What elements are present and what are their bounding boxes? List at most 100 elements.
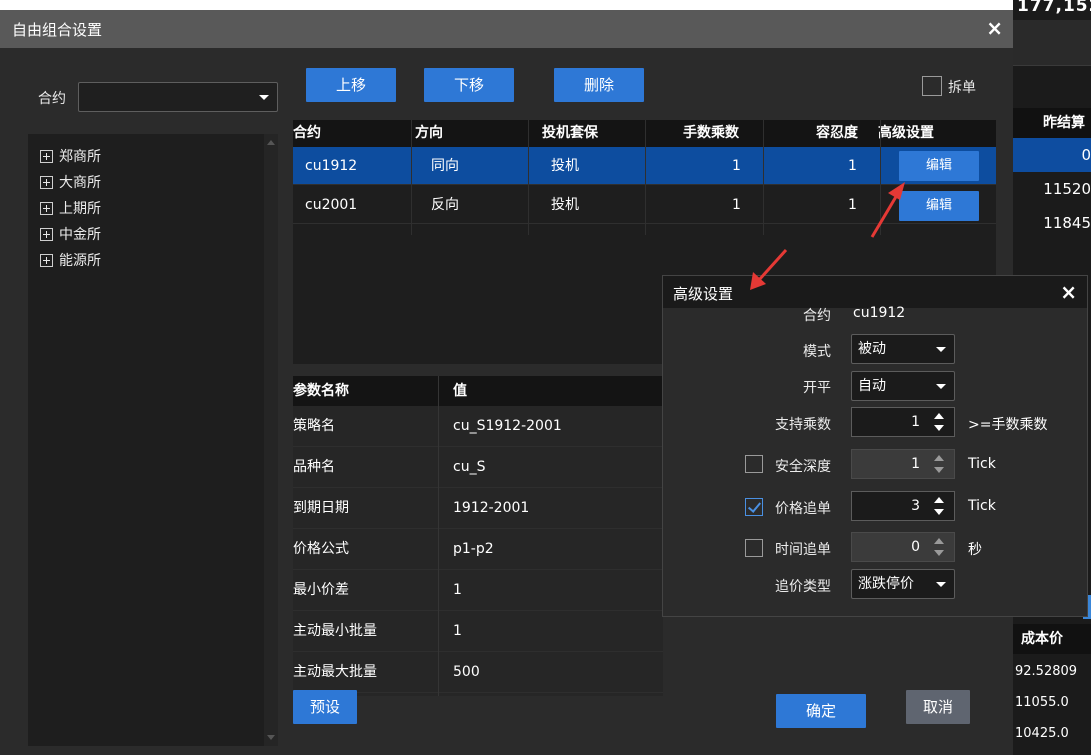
time-chase-checkbox[interactable] [745,539,763,557]
move-down-button[interactable]: 下移 [424,68,514,102]
scroll-up-icon[interactable] [267,140,275,145]
param-value: 1912-2001 [453,500,530,516]
cell-multiplier: 1 [732,197,741,213]
confirm-button[interactable]: 确定 [776,694,866,728]
split-order-checkbox[interactable] [922,76,942,96]
column-header-contract[interactable]: 合约 [293,120,321,147]
spin-up-icon[interactable] [934,497,944,503]
spin-down-icon[interactable] [934,509,944,515]
cell-hedge: 投机 [551,197,579,213]
param-name: 主动最小批量 [293,623,377,639]
column-header-param-name[interactable]: 参数名称 [293,376,349,406]
background-row[interactable]: 11520 [1013,172,1091,206]
open-close-select-value: 自动 [858,378,886,394]
table-row[interactable]: 主动最小批量 1 [293,611,663,652]
expand-plus-icon[interactable] [40,150,53,163]
column-divider [645,120,646,235]
background-row[interactable]: 11845 [1013,206,1091,240]
cell-tolerance: 1 [848,197,857,213]
tree-item-exchange[interactable]: 郑商所 [40,146,101,168]
cell-direction: 反向 [431,197,459,213]
column-header-param-value[interactable]: 值 [453,376,467,406]
column-header-tolerance[interactable]: 容忍度 [816,120,858,147]
dialog-titlebar[interactable]: 自由组合设置 × [0,10,1013,48]
time-chase-label: 时间追单 [775,542,831,558]
time-chase-spinbox[interactable]: 0 [851,532,955,562]
safe-depth-spinbox[interactable]: 1 [851,449,955,479]
cell-tolerance: 1 [848,158,857,174]
support-multiplier-hint: >=手数乘数 [968,417,1048,433]
close-icon[interactable]: × [1060,280,1077,304]
chevron-down-icon [936,582,946,587]
column-header-multiplier[interactable]: 手数乘数 [683,120,739,147]
spin-down-icon[interactable] [934,550,944,556]
spin-up-icon[interactable] [934,413,944,419]
table-row[interactable]: 价格公式 p1-p2 [293,529,663,570]
tree-item-exchange[interactable]: 上期所 [40,198,101,220]
safe-depth-unit: Tick [968,456,996,472]
chase-type-select-value: 涨跌停价 [858,576,914,592]
tree-item-exchange[interactable]: 能源所 [40,250,101,272]
background-header-cost: 成本价 [1013,624,1091,654]
move-up-button[interactable]: 上移 [306,68,396,102]
preset-button[interactable]: 预设 [293,690,357,724]
tree-scrollbar[interactable] [264,134,278,746]
spin-up-icon[interactable] [934,455,944,461]
close-icon[interactable]: × [986,16,1003,40]
chase-type-label: 追价类型 [775,579,831,595]
table-row[interactable]: 最小价差 1 [293,570,663,611]
edit-button[interactable]: 编辑 [899,151,979,181]
cell-contract: cu2001 [305,197,358,213]
table-row[interactable]: 品种名 cu_S [293,447,663,488]
cell-hedge: 投机 [551,158,579,174]
expand-plus-icon[interactable] [40,254,53,267]
column-header-advanced[interactable]: 高级设置 [878,120,934,147]
column-divider [528,120,529,235]
scroll-down-icon[interactable] [267,735,275,740]
param-name: 策略名 [293,418,335,434]
tree-item-exchange[interactable]: 中金所 [40,224,101,246]
param-name: 最小价差 [293,582,349,598]
background-row[interactable]: 0 [1013,138,1091,172]
param-name: 主动最大批量 [293,664,377,680]
cancel-button[interactable]: 取消 [906,690,970,724]
price-chase-spinbox[interactable]: 3 [851,491,955,521]
param-name: 品种名 [293,459,335,475]
background-header-prev-settle: 昨结算 [1013,108,1091,138]
mode-select[interactable]: 被动 [851,334,955,364]
price-chase-checkbox[interactable] [745,498,763,516]
contract-select[interactable] [78,82,278,112]
params-table: 参数名称 值 策略名 cu_S1912-2001 品种名 cu_S 到期日期 1… [293,376,663,696]
spin-down-icon[interactable] [934,467,944,473]
spinbox-value: 0 [911,539,920,555]
param-value: 1 [453,582,462,598]
edit-button[interactable]: 编辑 [899,191,979,221]
popup-titlebar[interactable]: 高级设置 × [663,276,1087,308]
table-row[interactable]: 到期日期 1912-2001 [293,488,663,529]
spin-down-icon[interactable] [934,425,944,431]
open-close-label: 开平 [803,380,831,396]
contract-value: cu1912 [853,305,906,321]
background-row[interactable]: 10425.0 [1013,719,1091,749]
background-row[interactable]: 92.52809 [1013,657,1091,687]
expand-plus-icon[interactable] [40,176,53,189]
tree-item-exchange[interactable]: 大商所 [40,172,101,194]
support-multiplier-spinbox[interactable]: 1 [851,407,955,437]
expand-plus-icon[interactable] [40,202,53,215]
chevron-down-icon [936,347,946,352]
param-name: 价格公式 [293,541,349,557]
open-close-select[interactable]: 自动 [851,371,955,401]
mode-select-value: 被动 [858,341,886,357]
expand-plus-icon[interactable] [40,228,53,241]
safe-depth-checkbox[interactable] [745,455,763,473]
delete-button[interactable]: 删除 [554,68,644,102]
support-multiplier-label: 支持乘数 [775,417,831,433]
spin-up-icon[interactable] [934,538,944,544]
table-row[interactable]: 主动最大批量 500 [293,652,663,693]
column-header-direction[interactable]: 方向 [415,120,443,147]
chase-type-select[interactable]: 涨跌停价 [851,569,955,599]
exchange-tree[interactable]: 郑商所 大商所 上期所 中金所 能源所 [28,134,278,746]
table-row[interactable]: 策略名 cu_S1912-2001 [293,406,663,447]
column-header-hedge[interactable]: 投机套保 [542,120,598,147]
background-row[interactable]: 11055.0 [1013,688,1091,718]
